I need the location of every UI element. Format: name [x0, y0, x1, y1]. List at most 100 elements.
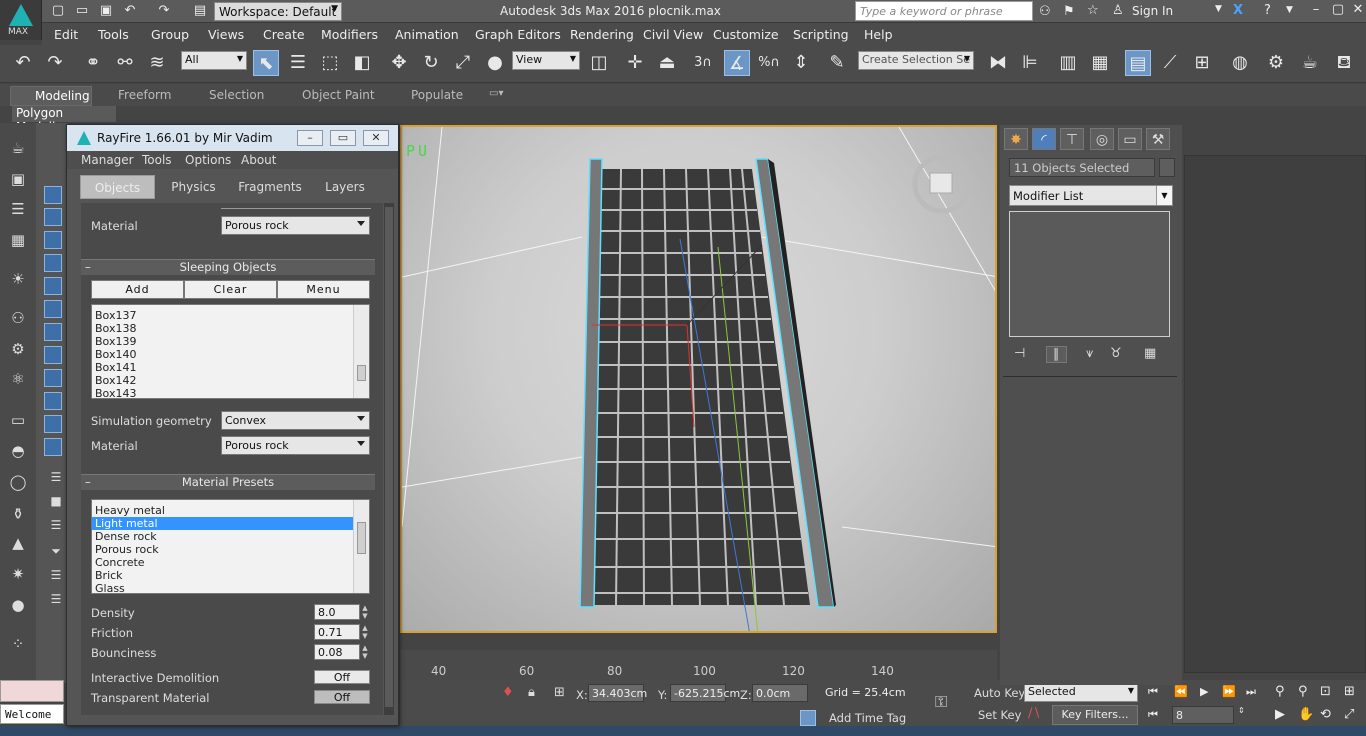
redo-icon[interactable]: ↷ [42, 50, 68, 76]
maximize-icon[interactable]: ▭ [330, 130, 356, 146]
object-name-field[interactable]: 11 Objects Selected [1009, 158, 1155, 177]
maximize-viewport-icon[interactable]: ⤢ [1344, 707, 1354, 722]
configure-modifier-sets-icon[interactable]: ▦ [1144, 346, 1156, 361]
maxscript-output[interactable]: Welcome [0, 704, 64, 724]
mirror-icon[interactable]: ⧓ [985, 50, 1011, 76]
list-item[interactable]: Porous rock [92, 543, 369, 556]
redo-icon[interactable]: ↷ [156, 3, 172, 19]
reactor-icon[interactable]: ⚛ [6, 368, 30, 390]
time-tag-icon[interactable] [800, 710, 816, 726]
list-icon[interactable]: ☰ [44, 588, 68, 610]
tab-object-paint[interactable]: Object Paint [302, 88, 375, 102]
minimize-icon[interactable]: – [297, 130, 323, 146]
undo-icon[interactable]: ↶ [122, 3, 138, 19]
list-item[interactable]: Box140 [92, 348, 369, 361]
menu-edit[interactable]: Edit [54, 27, 78, 42]
teapot-icon[interactable]: ☕ [6, 137, 30, 159]
friction-field[interactable]: 0.71 [314, 624, 360, 640]
pin-stack-icon[interactable]: ⊣ [1014, 346, 1025, 361]
link-icon[interactable]: ⚭ [80, 50, 106, 76]
pan-icon[interactable]: ✋ [1298, 707, 1314, 722]
select-manipulate-icon[interactable]: ✛ [622, 50, 648, 76]
rendered-frame-icon[interactable]: ☕ [1297, 50, 1323, 76]
new-file-icon[interactable]: ▢ [50, 3, 66, 19]
app-menu-button[interactable]: MAX [0, 0, 42, 40]
zoom-icon[interactable]: ⚲ [1275, 684, 1285, 699]
help-icon[interactable]: ? [1264, 3, 1271, 18]
zoom-extents-icon[interactable]: ⊡ [1320, 684, 1331, 699]
bounciness-field[interactable]: 0.08 [314, 644, 360, 660]
menu-customize[interactable]: Customize [713, 27, 779, 42]
scene-explorer-icon[interactable]: ▤ [1125, 50, 1151, 76]
funnel-icon[interactable]: ⏷ [44, 540, 68, 562]
spinner-icon[interactable]: ▲ ▼ [360, 644, 370, 660]
list-icon[interactable]: ☰ [44, 564, 68, 586]
rayfire-tool-icon[interactable] [44, 438, 62, 456]
search-input[interactable]: Type a keyword or phrase [855, 1, 1033, 21]
communication-center-icon[interactable]: ⚑ [1063, 4, 1075, 19]
menu-help[interactable]: Help [864, 27, 893, 42]
rayfire-tool-icon[interactable] [44, 323, 62, 341]
cone-icon[interactable]: ▲ [6, 532, 30, 554]
rectangular-selection-icon[interactable]: ⬚ [317, 50, 343, 76]
modifier-list-dropdown[interactable]: Modifier List ▼ [1009, 185, 1173, 206]
sign-in-button[interactable]: Sign In [1132, 4, 1173, 18]
list-item[interactable]: Box142 [92, 374, 369, 387]
add-button[interactable]: Add [91, 280, 184, 299]
workspace-dropdown[interactable]: Workspace: Default ▼ [214, 2, 342, 21]
rayfire-tool-icon[interactable] [44, 392, 62, 410]
menu-button[interactable]: Menu [277, 280, 370, 299]
user-icon[interactable]: ♙ [1112, 3, 1124, 18]
chevron-down-icon[interactable]: ▼ [1215, 4, 1222, 14]
list-item[interactable]: Box139 [92, 335, 369, 348]
list-item[interactable]: Box138 [92, 322, 369, 335]
spinner-icon[interactable]: ⇕ [1238, 706, 1245, 715]
move-icon[interactable]: ✥ [386, 50, 412, 76]
material-dropdown[interactable]: Porous rock [221, 216, 370, 235]
keyboard-shortcut-override-icon[interactable]: ⏏ [654, 50, 680, 76]
table-icon[interactable]: ▦ [6, 229, 30, 251]
display-tab-icon[interactable]: ▭ [1118, 128, 1142, 150]
minimize-icon[interactable]: – [1306, 2, 1326, 20]
rayfire-tool-icon[interactable] [44, 300, 62, 318]
material-presets-rollout[interactable]: – Material Presets [81, 474, 375, 490]
zoom-extents-all-icon[interactable]: ⊞ [1344, 684, 1355, 699]
light-icon[interactable]: ☀ [6, 268, 30, 290]
interactive-demolition-toggle[interactable]: Off [314, 670, 370, 684]
utilities-tab-icon[interactable]: ⚒ [1146, 128, 1170, 150]
material-editor-icon[interactable]: ◍ [1227, 50, 1253, 76]
sleeping-objects-rollout[interactable]: – Sleeping Objects [81, 259, 375, 275]
reference-coordinate-dropdown[interactable]: View ▼ [512, 51, 580, 70]
menu-views[interactable]: Views [208, 27, 244, 42]
list-item[interactable]: Box137 [92, 309, 369, 322]
percent-snap-button[interactable]: %∩ [756, 50, 782, 76]
polygon-modeling-panel[interactable]: Polygon Modeling [12, 106, 116, 134]
orbit-icon[interactable]: ⟲ [1320, 707, 1331, 722]
ribbon-options-icon[interactable]: ▭▾ [489, 88, 503, 99]
place-icon[interactable]: ● [482, 50, 508, 76]
render-setup-icon[interactable]: ⚙ [1263, 50, 1289, 76]
sphere-icon[interactable]: ● [6, 594, 30, 616]
play-icon[interactable]: ▶ [1200, 685, 1208, 698]
helper-icon[interactable]: ⚙ [6, 338, 30, 360]
make-unique-icon[interactable]: ⩛ [1086, 346, 1093, 361]
z-coordinate-field[interactable]: 0.0cm [752, 684, 808, 702]
exchange-apps-icon[interactable]: X [1233, 3, 1243, 18]
circle-icon[interactable]: ◯ [6, 471, 30, 493]
auto-key-button[interactable]: Auto Key [974, 686, 1025, 700]
layer-explorer-icon[interactable]: ▥ [1055, 50, 1081, 76]
lock-icon[interactable]: 🔒︎ [528, 685, 535, 700]
sleeping-objects-list[interactable]: Box137 Box138 Box139 Box140 Box141 Box14… [91, 304, 370, 399]
maximize-icon[interactable]: ▢ [1328, 2, 1348, 20]
align-icon[interactable]: ⊫ [1017, 50, 1043, 76]
set-key-button[interactable]: Set Key [978, 708, 1021, 722]
menu-civil-view[interactable]: Civil View [643, 27, 703, 42]
key-icon[interactable]: ⚿ [935, 692, 947, 712]
list-item-selected[interactable]: Light metal [92, 517, 369, 530]
list-icon[interactable]: ☰ [6, 198, 30, 220]
curve-editor-icon[interactable]: ⟋ [1157, 50, 1183, 76]
render-production-icon[interactable]: ⛾ [1331, 50, 1357, 76]
density-field[interactable]: 8.0 [314, 604, 360, 620]
rayfire-tool-icon[interactable] [44, 277, 62, 295]
select-object-icon[interactable]: ⬉ [253, 50, 279, 76]
